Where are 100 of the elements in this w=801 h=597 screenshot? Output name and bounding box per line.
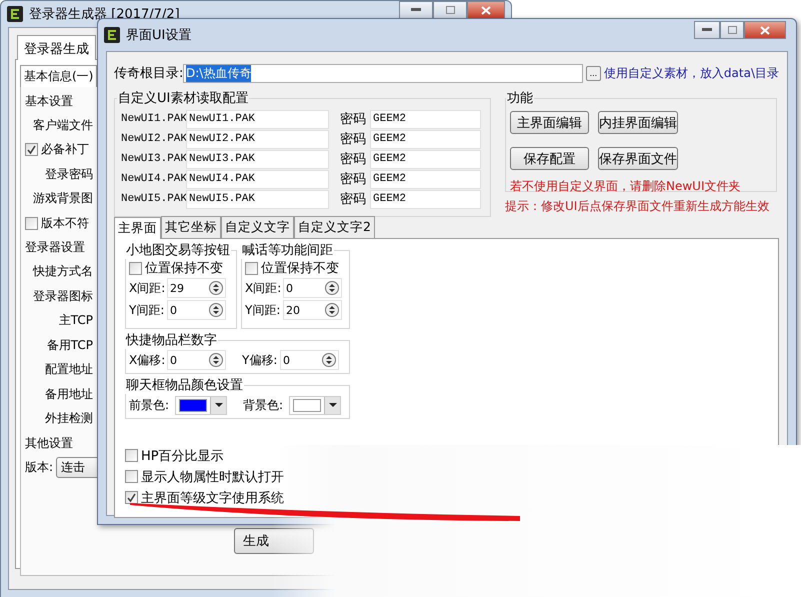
checkbox[interactable] <box>245 262 258 274</box>
minimize-icon <box>702 28 712 32</box>
field-label: 快捷方式名 <box>32 263 93 280</box>
field-label: 传奇根目录: <box>114 65 180 82</box>
checkbox[interactable] <box>125 470 138 483</box>
checkbox-label: 主界面等级文字使用系统 <box>141 490 284 506</box>
file-label: NewUI4.PAK <box>121 173 186 185</box>
file-field[interactable]: NewUI5.PAK <box>186 190 329 208</box>
field-label: 密码 <box>340 131 367 148</box>
spin-button[interactable] <box>209 303 223 317</box>
color-dropdown[interactable] <box>175 396 228 414</box>
password-field[interactable]: GEEM2 <box>370 190 481 208</box>
number-field[interactable]: 20 <box>283 300 342 320</box>
minimize-button[interactable] <box>694 21 720 39</box>
spin-button[interactable] <box>325 281 339 295</box>
field-label: X间距: <box>129 280 166 296</box>
checkbox[interactable] <box>25 143 38 156</box>
directory-field[interactable]: D:\热血传奇 <box>183 64 583 82</box>
field-label: Y间距: <box>245 302 282 318</box>
number-field[interactable]: 0 <box>283 278 342 298</box>
function-button[interactable]: 保存配置 <box>510 147 589 170</box>
number-field[interactable]: 0 <box>167 300 226 320</box>
file-label: NewUI1.PAK <box>121 113 186 125</box>
field-label: 备用TCP <box>46 336 93 354</box>
group-title: 小地图交易等按钮 <box>125 242 231 259</box>
checkbox-label: 位置保持不变 <box>145 260 223 277</box>
field-label: X间距: <box>245 280 282 296</box>
field-label: 密码 <box>340 151 367 168</box>
field-label: Y偏移: <box>242 352 278 368</box>
generate-button[interactable]: 生成 <box>234 528 314 554</box>
checkbox-label: 必备补丁 <box>41 141 89 158</box>
file-field[interactable]: NewUI1.PAK <box>186 110 329 128</box>
number-field[interactable]: 0 <box>280 350 339 370</box>
maximize-button[interactable] <box>720 21 744 39</box>
close-button[interactable] <box>744 21 786 39</box>
checkbox-label: HP百分比显示 <box>141 448 224 464</box>
spin-button[interactable] <box>209 281 223 295</box>
close-icon <box>481 6 491 14</box>
field-label: 密码 <box>340 171 367 188</box>
group-title: 登录器设置 <box>25 239 85 256</box>
checkbox[interactable] <box>25 216 38 230</box>
file-label: NewUI3.PAK <box>121 153 186 165</box>
group-title: 自定义UI素材读取配置 <box>117 90 250 107</box>
number-field[interactable]: 29 <box>167 278 226 298</box>
password-field[interactable]: GEEM2 <box>370 170 481 188</box>
file-field[interactable]: NewUI4.PAK <box>186 170 329 188</box>
field-label: 游戏背景图 <box>32 190 93 208</box>
field-label: 配置地址 <box>44 361 93 378</box>
app-logo-icon <box>7 6 23 22</box>
field-label: 背景色: <box>243 396 284 414</box>
password-field[interactable]: GEEM2 <box>370 110 481 128</box>
field-label: X偏移: <box>129 352 166 368</box>
tab[interactable]: 主界面 <box>114 217 161 239</box>
warning-text: 若不使用自定义界面，请删除NewUI文件夹 <box>510 178 742 195</box>
field-label: 登录器图标 <box>32 288 93 305</box>
checkbox[interactable] <box>125 449 138 462</box>
checkbox[interactable] <box>129 262 142 274</box>
field-label: 外挂检测 <box>44 410 93 428</box>
group-title: 喊话等功能间距 <box>241 242 334 259</box>
close-icon <box>760 26 770 34</box>
hint-text: 提示：修改UI后点保存界面文件重新生成方能生效 <box>505 198 770 215</box>
field-label: 密码 <box>340 111 367 128</box>
window-title: 界面UI设置 <box>126 27 192 44</box>
group-title: 其他设置 <box>25 434 73 452</box>
field-label: 客户端文件 <box>32 116 93 134</box>
checkbox-label: 位置保持不变 <box>261 260 339 277</box>
caret-icon <box>328 403 337 407</box>
maximize-button[interactable] <box>433 1 467 19</box>
password-field[interactable]: GEEM2 <box>370 130 481 148</box>
spin-button[interactable] <box>209 353 223 367</box>
field-label: 前景色: <box>129 396 170 414</box>
color-dropdown[interactable] <box>289 396 342 414</box>
field-label: 登录密码 <box>44 166 93 183</box>
field-label: 版本: <box>25 458 54 476</box>
maximize-icon <box>728 26 736 34</box>
field-label: 主TCP <box>58 312 93 330</box>
file-field[interactable]: NewUI2.PAK <box>186 130 329 148</box>
checkbox-label: 显示人物属性时默认打开 <box>141 468 284 486</box>
password-field[interactable]: GEEM2 <box>370 150 481 168</box>
maximize-icon <box>446 6 454 14</box>
spin-button[interactable] <box>325 303 339 317</box>
tab[interactable]: 其它坐标 <box>161 216 221 238</box>
field-label: Y间距: <box>129 302 166 318</box>
tab[interactable]: 登录器生成 <box>17 35 96 60</box>
file-field[interactable]: NewUI3.PAK <box>186 150 329 168</box>
tab[interactable]: 自定义文字 <box>221 216 294 238</box>
function-button[interactable]: 保存界面文件 <box>598 147 678 170</box>
browse-button[interactable]: ... <box>586 66 601 80</box>
checkbox-label: 版本不符 <box>41 214 89 232</box>
group-title: 聊天框物品颜色设置 <box>125 377 244 394</box>
minimize-button[interactable] <box>399 1 433 19</box>
number-field[interactable]: 0 <box>167 350 226 370</box>
app-logo-icon <box>104 27 120 43</box>
spin-button[interactable] <box>322 353 336 367</box>
function-button[interactable]: 内挂界面编辑 <box>598 111 678 134</box>
tab[interactable]: 基本信息(一) <box>20 65 98 87</box>
close-button[interactable] <box>467 1 505 19</box>
function-button[interactable]: 主界面编辑 <box>510 111 589 134</box>
tab[interactable]: 自定义文字2 <box>294 216 375 238</box>
checkbox[interactable] <box>125 491 138 504</box>
